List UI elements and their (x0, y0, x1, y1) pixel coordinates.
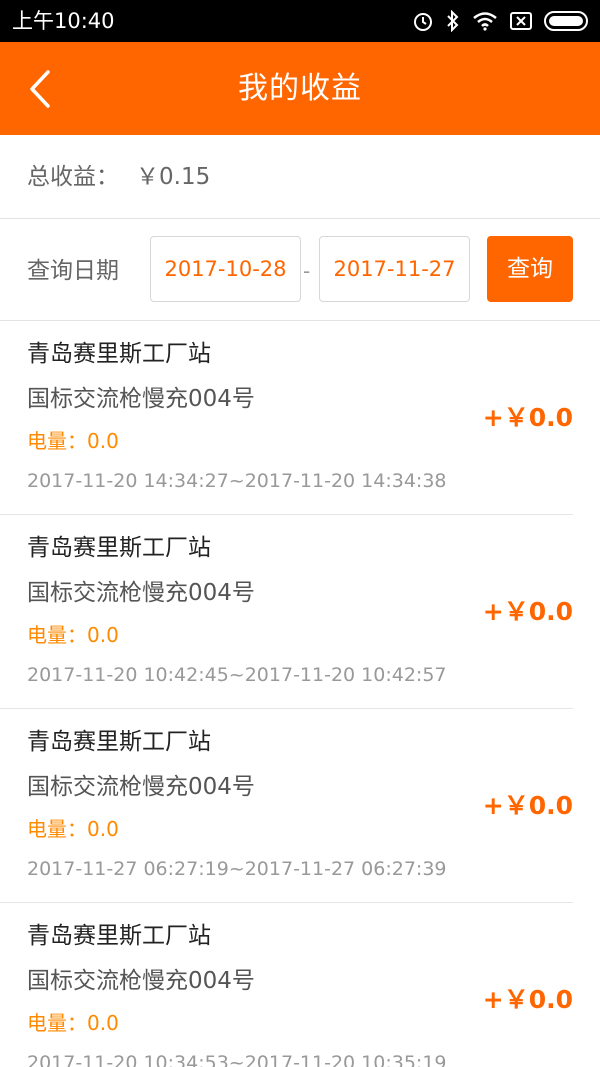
station-name: 青岛赛里斯工厂站 (27, 341, 211, 367)
start-date-field[interactable]: 2017-10-28 (150, 236, 301, 302)
charger-gun-name: 国标交流枪慢充004号 (27, 774, 255, 800)
query-date-label: 查询日期 (27, 258, 119, 284)
record-item[interactable]: 青岛赛里斯工厂站 国标交流枪慢充004号 电量：0.0 2017-11-20 1… (0, 515, 573, 709)
bluetooth-icon (446, 10, 460, 32)
page-title: 我的收益 (238, 71, 362, 106)
battery-icon (544, 10, 590, 32)
app-header: 我的收益 (0, 42, 600, 135)
record-item[interactable]: 青岛赛里斯工厂站 国标交流枪慢充004号 电量：0.0 2017-11-20 1… (0, 321, 573, 515)
date-separator: - (303, 259, 311, 283)
date-query-row: 查询日期 2017-10-28 - 2017-11-27 查询 (0, 219, 600, 321)
earning-amount: +￥0.0 (482, 985, 573, 1014)
earnings-record-list: 青岛赛里斯工厂站 国标交流枪慢充004号 电量：0.0 2017-11-20 1… (0, 321, 600, 1067)
no-sim-icon (510, 11, 532, 31)
station-name: 青岛赛里斯工厂站 (27, 923, 211, 949)
record-item[interactable]: 青岛赛里斯工厂站 国标交流枪慢充004号 电量：0.0 2017-11-20 1… (0, 903, 573, 1067)
end-date-field[interactable]: 2017-11-27 (319, 236, 470, 302)
alarm-icon (412, 10, 434, 32)
energy-amount: 电量：0.0 (27, 1011, 119, 1035)
total-earnings-row: 总收益： ￥0.15 (0, 135, 600, 219)
earning-amount: +￥0.0 (482, 597, 573, 626)
status-time: 上午10:40 (12, 9, 115, 33)
earning-amount: +￥0.0 (482, 403, 573, 432)
station-name: 青岛赛里斯工厂站 (27, 729, 211, 755)
energy-amount: 电量：0.0 (27, 429, 119, 453)
energy-amount: 电量：0.0 (27, 623, 119, 647)
charger-gun-name: 国标交流枪慢充004号 (27, 386, 255, 412)
charge-time-range: 2017-11-20 14:34:27~2017-11-20 14:34:38 (27, 470, 447, 492)
charge-time-range: 2017-11-27 06:27:19~2017-11-27 06:27:39 (27, 858, 447, 880)
earning-amount: +￥0.0 (482, 791, 573, 820)
record-item[interactable]: 青岛赛里斯工厂站 国标交流枪慢充004号 电量：0.0 2017-11-27 0… (0, 709, 573, 903)
total-earnings-value: ￥0.15 (136, 164, 211, 190)
wifi-icon (472, 11, 498, 31)
energy-amount: 电量：0.0 (27, 817, 119, 841)
status-bar: 上午10:40 (0, 0, 600, 42)
station-name: 青岛赛里斯工厂站 (27, 535, 211, 561)
query-button[interactable]: 查询 (487, 236, 573, 302)
total-earnings-label: 总收益： (27, 164, 119, 190)
charger-gun-name: 国标交流枪慢充004号 (27, 580, 255, 606)
charger-gun-name: 国标交流枪慢充004号 (27, 968, 255, 994)
charge-time-range: 2017-11-20 10:34:53~2017-11-20 10:35:19 (27, 1052, 447, 1067)
charge-time-range: 2017-11-20 10:42:45~2017-11-20 10:42:57 (27, 664, 447, 686)
status-icons (412, 8, 590, 34)
